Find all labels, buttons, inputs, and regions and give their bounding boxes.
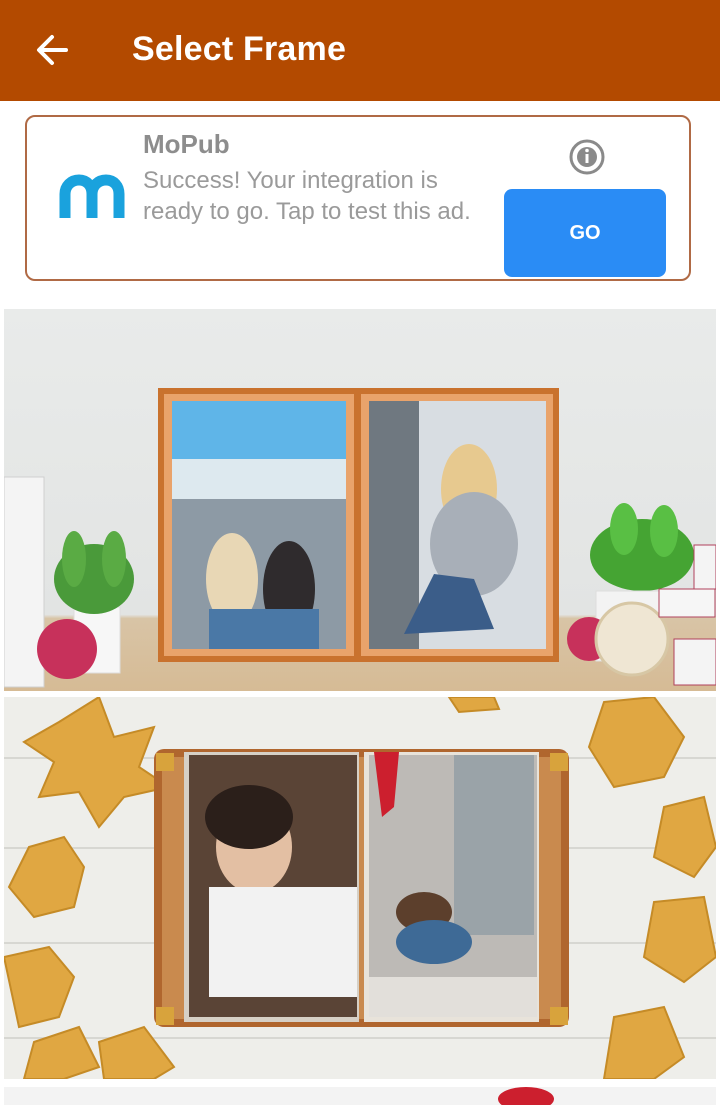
ad-brand: MoPub xyxy=(143,129,230,159)
info-icon[interactable] xyxy=(567,137,607,177)
ad-text: Success! Your integration is ready to go… xyxy=(143,167,471,225)
frame-preview-1 xyxy=(4,388,716,688)
arrow-left-icon xyxy=(37,35,68,65)
frame-option-3[interactable] xyxy=(4,1087,716,1105)
frame-preview-2 xyxy=(4,697,716,1079)
back-button[interactable] xyxy=(28,26,76,74)
mopub-logo-icon xyxy=(59,174,125,218)
ad-go-button[interactable]: GO xyxy=(504,189,666,277)
frame-option-1[interactable] xyxy=(4,309,716,691)
frame-preview-3 xyxy=(498,1087,554,1105)
page-title: Select Frame xyxy=(132,30,347,68)
app-bar: Select Frame xyxy=(0,0,720,101)
ad-banner[interactable]: MoPub Success! Your integration is ready… xyxy=(25,115,691,281)
frame-option-2[interactable] xyxy=(4,697,716,1079)
